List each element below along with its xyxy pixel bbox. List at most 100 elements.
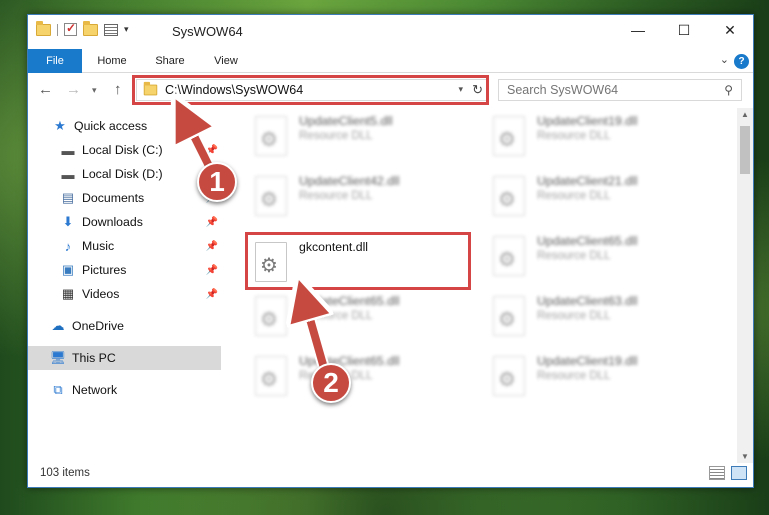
sidebar-item-label: Local Disk (D:) <box>82 167 163 181</box>
file-name: UpdateClient5.dll <box>299 114 393 128</box>
window-title: SysWOW64 <box>172 24 243 39</box>
large-icons-view-icon[interactable] <box>731 466 747 480</box>
pin-icon[interactable]: 📌 <box>206 217 218 228</box>
tab-share[interactable]: Share <box>150 49 190 73</box>
file-item[interactable]: UpdateClient63.dll Resource DLL <box>485 288 715 344</box>
expand-ribbon-chevron-icon[interactable]: ⌄ <box>720 53 729 66</box>
sidebar-item-pictures[interactable]: ▣ Pictures 📌 <box>28 258 221 282</box>
navigation-bar: ← → ▾ ↑ C:\Windows\SysWOW64 ▾ ↻ ⚲ <box>28 73 753 107</box>
sidebar-item-music[interactable]: ♪ Music 📌 <box>28 234 221 258</box>
file-type: Resource DLL <box>537 370 611 382</box>
dll-file-icon <box>255 356 287 396</box>
search-input[interactable] <box>507 83 707 97</box>
computer-icon: 🖥 <box>49 350 67 365</box>
file-type: Resource DLL <box>537 190 611 202</box>
forward-arrow-icon[interactable]: → <box>66 81 81 98</box>
help-icon[interactable]: ? <box>734 54 749 69</box>
drive-icon: ▬ <box>61 166 75 182</box>
sidebar-item-this-pc[interactable]: 🖥 This PC <box>28 346 221 370</box>
file-name: UpdateClient21.dll <box>537 174 638 188</box>
file-item[interactable]: UpdateClient21.dll Resource DLL <box>485 168 715 224</box>
window-controls: — ☐ ✕ <box>615 15 753 45</box>
search-icon[interactable]: ⚲ <box>724 83 733 97</box>
customize-toolbar-chevron-icon[interactable]: ▾ <box>124 24 129 35</box>
address-highlight-box <box>132 75 489 105</box>
music-icon: ♪ <box>64 238 72 254</box>
search-box[interactable]: ⚲ <box>498 79 742 101</box>
sidebar-item-documents[interactable]: ▤ Documents 📌 <box>28 186 221 210</box>
videos-icon: ▦ <box>61 286 75 301</box>
scrollbar-thumb[interactable] <box>740 126 750 174</box>
sidebar-item-videos[interactable]: ▦ Videos 📌 <box>28 282 221 306</box>
file-type: Resource DLL <box>537 310 611 322</box>
new-folder-icon[interactable] <box>83 20 98 36</box>
download-icon: ⬇ <box>62 214 74 229</box>
sidebar-item-label: Music <box>82 239 115 253</box>
pin-icon[interactable]: 📌 <box>206 145 218 156</box>
file-name: UpdateClient65.dll <box>299 294 400 308</box>
file-item[interactable]: UpdateClient19.dll Resource DLL <box>485 348 715 404</box>
file-type: Resource DLL <box>537 250 611 262</box>
minimize-button[interactable]: — <box>615 15 661 45</box>
tab-view[interactable]: View <box>208 49 244 73</box>
star-icon: ★ <box>54 118 66 133</box>
file-type: Resource DLL <box>299 130 373 142</box>
sidebar-item-onedrive[interactable]: ☁ OneDrive <box>28 314 221 338</box>
file-item[interactable]: UpdateClient5.dll Resource DLL <box>247 108 477 164</box>
file-item[interactable]: UpdateClient19.dll Resource DLL <box>485 108 715 164</box>
sidebar-item-label: OneDrive <box>72 319 124 333</box>
tab-home[interactable]: Home <box>92 49 132 73</box>
sidebar-item-label: Documents <box>82 191 145 205</box>
sidebar-item-local-disk-d[interactable]: ▬ Local Disk (D:) 📌 <box>28 162 221 186</box>
back-arrow-icon[interactable]: ← <box>38 81 53 98</box>
sidebar-item-label: Network <box>72 383 118 397</box>
step-1-badge: 1 <box>197 162 237 202</box>
sidebar-item-label: Local Disk (C:) <box>82 143 163 157</box>
file-name: UpdateClient63.dll <box>537 294 638 308</box>
tab-file[interactable]: File <box>28 49 82 73</box>
pin-icon[interactable]: 📌 <box>206 289 218 300</box>
sidebar-item-label: Quick access <box>74 119 148 133</box>
sidebar-item-label: Videos <box>82 287 120 301</box>
view-buttons <box>709 466 747 480</box>
dll-file-icon <box>493 356 525 396</box>
maximize-button[interactable]: ☐ <box>661 15 707 45</box>
file-item[interactable]: UpdateClient65.dll Resource DLL <box>485 228 715 284</box>
pictures-icon: ▣ <box>61 262 75 277</box>
close-button[interactable]: ✕ <box>707 15 753 45</box>
pin-icon[interactable]: 📌 <box>206 241 218 252</box>
properties-list-icon[interactable] <box>104 23 118 36</box>
status-bar: 103 items <box>28 461 753 487</box>
pin-icon[interactable]: 📌 <box>206 265 218 276</box>
file-item[interactable]: UpdateClient65.dll Resource DLL <box>247 348 477 404</box>
dll-file-icon <box>255 116 287 156</box>
documents-icon: ▤ <box>61 190 75 205</box>
file-name: UpdateClient19.dll <box>537 114 638 128</box>
navigation-pane: ★ Quick access ▬ Local Disk (C:) 📌 ▬ Loc… <box>28 108 221 463</box>
sidebar-item-label: Pictures <box>82 263 127 277</box>
properties-check-icon[interactable] <box>64 21 77 36</box>
dll-file-icon <box>493 116 525 156</box>
details-view-icon[interactable] <box>709 466 725 480</box>
sidebar-item-label: Downloads <box>82 215 143 229</box>
sidebar-item-network[interactable]: ⧉ Network <box>28 378 221 402</box>
scroll-up-icon[interactable]: ▲ <box>741 110 749 119</box>
dll-file-icon <box>493 176 525 216</box>
file-type: Resource DLL <box>299 310 373 322</box>
up-arrow-icon[interactable]: ↑ <box>114 81 122 98</box>
sidebar-item-downloads[interactable]: ⬇ Downloads 📌 <box>28 210 221 234</box>
file-name: UpdateClient65.dll <box>537 234 638 248</box>
file-item[interactable]: UpdateClient65.dll Resource DLL <box>247 288 477 344</box>
scroll-down-icon[interactable]: ▼ <box>741 452 749 461</box>
file-name: UpdateClient65.dll <box>299 354 400 368</box>
sidebar-item-label: This PC <box>72 351 116 365</box>
sidebar-item-local-disk-c[interactable]: ▬ Local Disk (C:) 📌 <box>28 138 221 162</box>
sidebar-item-quick-access[interactable]: ★ Quick access <box>28 114 221 138</box>
file-name: UpdateClient42.dll <box>299 174 400 188</box>
file-item[interactable]: UpdateClient42.dll Resource DLL <box>247 168 477 224</box>
network-icon: ⧉ <box>53 382 63 397</box>
recent-locations-chevron-icon[interactable]: ▾ <box>92 85 97 96</box>
vertical-scrollbar[interactable]: ▲ ▼ <box>737 108 753 463</box>
file-type: Resource DLL <box>537 130 611 142</box>
step-2-badge: 2 <box>311 363 351 403</box>
